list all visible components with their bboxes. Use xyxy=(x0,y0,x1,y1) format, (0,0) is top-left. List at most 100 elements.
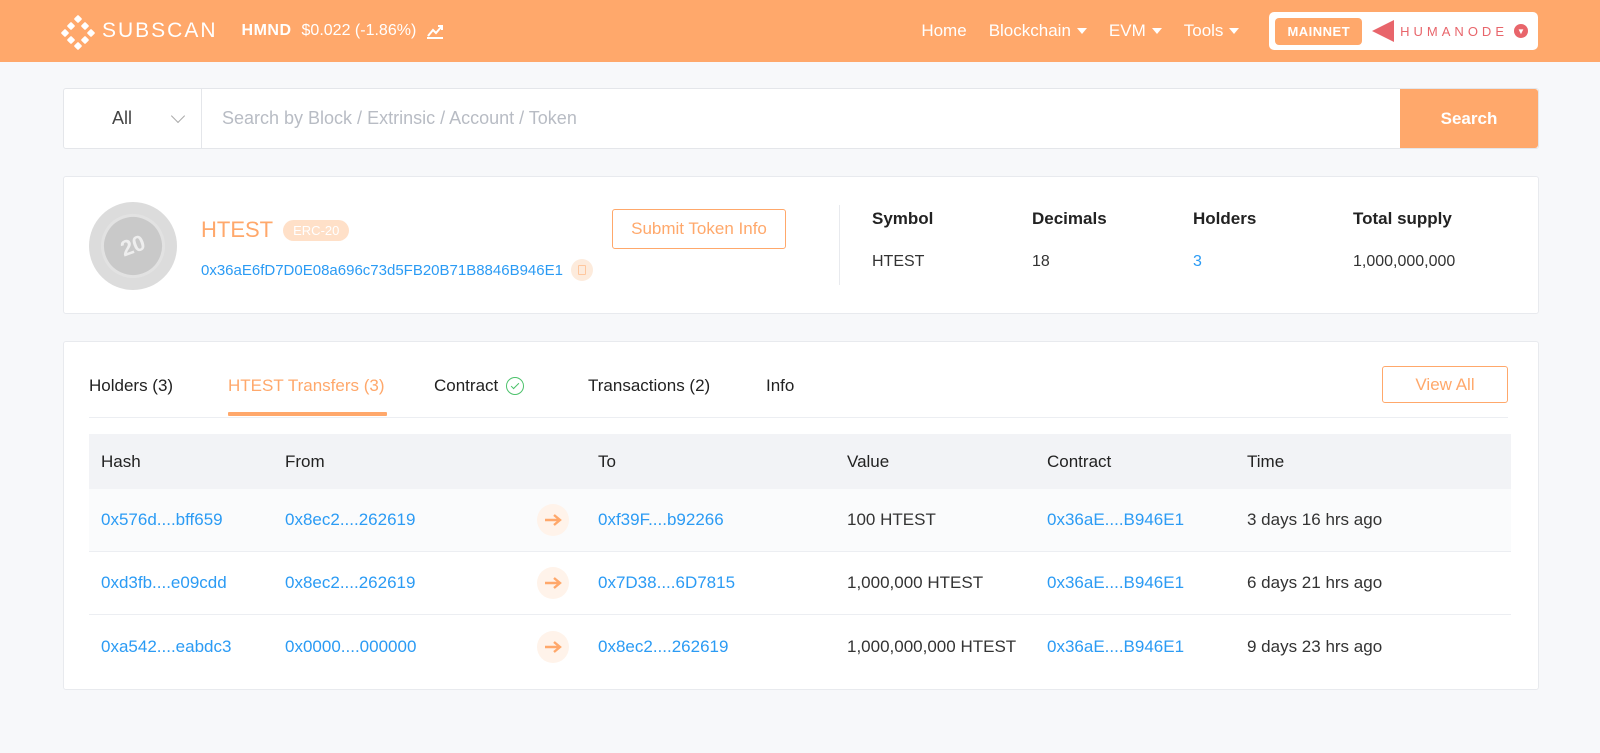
humanode-logo-icon xyxy=(1372,20,1395,42)
to-address-link[interactable]: 0x8ec2....262619 xyxy=(598,637,728,657)
price-value: $0.022 (-1.86%) xyxy=(301,22,417,39)
price-symbol: HMND xyxy=(241,22,292,39)
nav-evm-label: EVM xyxy=(1108,21,1146,40)
arrow-right-icon xyxy=(537,630,569,663)
transfer-time: 9 days 23 hrs ago xyxy=(1247,636,1383,656)
search-type-value: All xyxy=(112,108,133,128)
main-nav: Home Blockchain EVM Tools MAINNET HUMANO… xyxy=(921,12,1538,50)
token-price-ticker: HMND $0.022 (-1.86%) xyxy=(242,22,445,40)
nav-evm[interactable]: EVM xyxy=(1109,21,1162,41)
nav-tools-label: Tools xyxy=(1183,21,1224,40)
from-address-link[interactable]: 0x8ec2....262619 xyxy=(285,573,415,593)
tab-transactions[interactable]: Transactions (2) xyxy=(588,376,710,396)
divider xyxy=(839,205,840,285)
tab-bar: Holders (3) HTEST Transfers (3) Contract… xyxy=(89,342,1508,418)
table-row: 0xa542....eabdc3 0x0000....000000 0x8ec2… xyxy=(89,615,1511,678)
search-input[interactable] xyxy=(202,89,1400,148)
mainnet-badge: MAINNET xyxy=(1275,17,1363,45)
contract-link[interactable]: 0x36aE....B946E1 xyxy=(1047,510,1184,530)
top-navbar: SUBSCAN HMND $0.022 (-1.86%) Home Blockc… xyxy=(0,0,1600,62)
tab-contract-label: Contract xyxy=(434,376,499,395)
from-address-link[interactable]: 0x0000....000000 xyxy=(285,637,416,657)
active-tab-indicator xyxy=(228,412,387,416)
nav-home[interactable]: Home xyxy=(921,21,966,41)
token-title: HTEST ERC-20 xyxy=(201,217,350,243)
search-bar: All Search xyxy=(63,88,1539,149)
col-to: To xyxy=(598,451,616,471)
stat-supply-value: 1,000,000,000 xyxy=(1353,253,1456,270)
transfer-value: 100 HTEST xyxy=(847,510,936,530)
stat-decimals-value: 18 xyxy=(1032,253,1050,270)
submit-token-info-button[interactable]: Submit Token Info xyxy=(612,209,786,249)
tab-holders[interactable]: Holders (3) xyxy=(89,376,173,396)
stat-symbol: Symbol HTEST xyxy=(872,209,933,271)
arrow-right-icon xyxy=(537,504,569,536)
copy-icon[interactable] xyxy=(570,259,593,281)
erc20-coin-icon: 20 xyxy=(91,204,175,288)
transfer-time: 3 days 16 hrs ago xyxy=(1247,510,1383,529)
transfer-amount: 1,000,000,000 xyxy=(847,636,956,656)
caret-down-icon xyxy=(1076,28,1087,34)
stat-symbol-label: Symbol xyxy=(872,209,934,228)
stat-total-supply: Total supply 1,000,000,000 xyxy=(1353,209,1455,271)
stat-decimals: Decimals 18 xyxy=(1032,209,1107,271)
tx-hash-link[interactable]: 0xd3fb....e09cdd xyxy=(101,573,227,593)
tab-transfers-label: HTEST Transfers (3) xyxy=(228,376,385,395)
tx-hash-link[interactable]: 0x576d....bff659 xyxy=(101,510,223,530)
col-hash: Hash xyxy=(101,451,141,471)
stat-supply-label: Total supply xyxy=(1353,209,1452,228)
stat-holders-value[interactable]: 3 xyxy=(1193,253,1256,271)
from-address-link[interactable]: 0x8ec2....262619 xyxy=(285,510,415,530)
token-details-panel: Holders (3) HTEST Transfers (3) Contract… xyxy=(63,341,1539,690)
token-address[interactable]: 0x36aE6fD7D0E08a696c73d5FB20B71B8846B946… xyxy=(201,262,563,279)
token-logo: 20 xyxy=(89,202,177,290)
nav-blockchain-label: Blockchain xyxy=(988,21,1071,40)
stat-decimals-label: Decimals xyxy=(1032,209,1107,228)
stat-holders: Holders 3 xyxy=(1193,209,1256,271)
network-switcher[interactable]: MAINNET HUMANODE ▼ xyxy=(1269,12,1538,50)
to-address-link[interactable]: 0xf39F....b92266 xyxy=(598,510,724,530)
transfer-value: 1,000,000 HTEST xyxy=(847,573,983,593)
col-time: Time xyxy=(1247,451,1285,471)
table-row: 0xd3fb....e09cdd 0x8ec2....262619 0x7D38… xyxy=(89,552,1511,615)
contract-link[interactable]: 0x36aE....B946E1 xyxy=(1047,573,1184,593)
view-all-button[interactable]: View All xyxy=(1382,366,1508,403)
transfer-amount: 100 xyxy=(847,510,876,529)
col-contract: Contract xyxy=(1047,451,1112,471)
token-address-row: 0x36aE6fD7D0E08a696c73d5FB20B71B8846B946… xyxy=(201,259,593,281)
col-value: Value xyxy=(847,451,890,471)
token-standard-badge: ERC-20 xyxy=(283,219,350,241)
transfers-table: Hash From To Value Contract Time 0x576d.… xyxy=(89,434,1511,678)
tab-transfers[interactable]: HTEST Transfers (3) xyxy=(228,376,385,396)
subscan-logo[interactable]: SUBSCAN xyxy=(60,14,218,51)
network-logo: HUMANODE ▼ xyxy=(1372,20,1532,42)
stat-holders-label: Holders xyxy=(1193,209,1257,228)
stat-symbol-value: HTEST xyxy=(872,253,925,270)
transfer-value: 1,000,000,000 HTEST xyxy=(847,637,1016,657)
transfer-unit: HTEST xyxy=(927,573,984,592)
nav-blockchain[interactable]: Blockchain xyxy=(989,21,1087,41)
caret-down-icon xyxy=(1151,28,1162,34)
nav-home-label: Home xyxy=(921,21,967,40)
tab-info[interactable]: Info xyxy=(766,376,794,396)
search-button[interactable]: Search xyxy=(1400,89,1538,148)
price-chart-icon[interactable] xyxy=(426,22,444,40)
token-name: HTEST xyxy=(201,217,274,242)
arrow-right-icon xyxy=(537,567,569,599)
tab-info-label: Info xyxy=(766,376,795,395)
tab-contract[interactable]: Contract xyxy=(434,376,525,396)
search-type-select[interactable]: All xyxy=(64,89,202,148)
col-from: From xyxy=(285,451,325,471)
to-address-link[interactable]: 0x7D38....6D7815 xyxy=(598,573,735,593)
nav-tools[interactable]: Tools xyxy=(1184,21,1240,41)
table-row: 0x576d....bff659 0x8ec2....262619 0xf39F… xyxy=(89,489,1511,552)
tx-hash-link[interactable]: 0xa542....eabdc3 xyxy=(101,637,231,657)
transfer-unit: HTEST xyxy=(880,510,936,529)
contract-link[interactable]: 0x36aE....B946E1 xyxy=(1047,637,1184,657)
chevron-down-icon xyxy=(170,108,186,124)
chevron-down-icon: ▼ xyxy=(1514,24,1528,38)
transfer-unit: HTEST xyxy=(960,636,1017,656)
caret-down-icon xyxy=(1229,28,1240,34)
table-header: Hash From To Value Contract Time xyxy=(89,434,1511,489)
token-summary-card: 20 HTEST ERC-20 0x36aE6fD7D0E08a696c73d5… xyxy=(63,176,1539,314)
